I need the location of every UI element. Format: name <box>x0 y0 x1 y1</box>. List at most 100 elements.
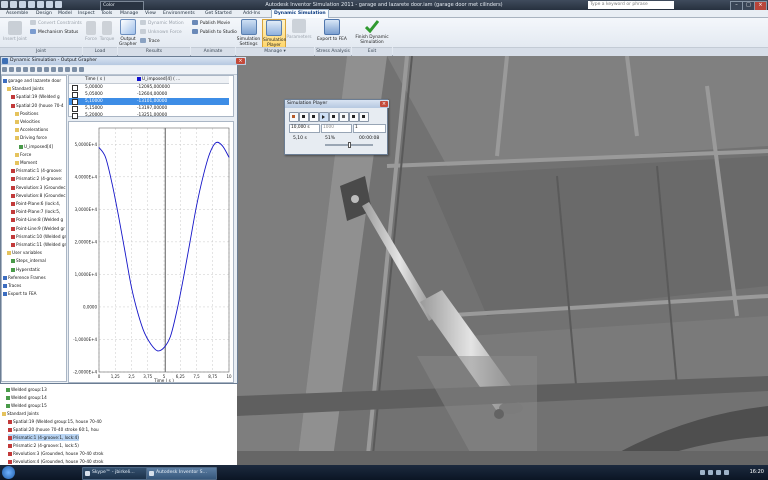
table-row[interactable]: 5,00000 -12095,000000 <box>69 84 229 91</box>
end-time-field[interactable]: 10,000 s <box>289 124 320 133</box>
fft-icon[interactable] <box>51 67 56 72</box>
browser-revolution-3[interactable]: Revolution:3 (Grounded, house 70-40 stro… <box>8 450 103 457</box>
browser-spatial-20[interactable]: Spatial:20 (house 70-40 stroke 60:1, hou <box>8 426 99 433</box>
rewind-button[interactable] <box>299 112 309 122</box>
print-icon[interactable] <box>37 67 42 72</box>
forward-button[interactable] <box>329 112 339 122</box>
volume-icon[interactable] <box>708 470 713 475</box>
trace-button[interactable]: Trace <box>140 38 160 44</box>
new-icon[interactable] <box>2 67 7 72</box>
tree-node[interactable]: Revolution:3 (Groundec <box>11 184 66 191</box>
zoom-icon[interactable] <box>44 67 49 72</box>
tab-design[interactable]: Design <box>36 10 52 18</box>
more-button[interactable] <box>359 112 369 122</box>
tree-node[interactable]: Point-Line:8 (Welded g <box>11 216 63 223</box>
play-button[interactable] <box>319 112 329 122</box>
tree-node[interactable]: Prismatic:2 (4-groove: <box>11 175 62 182</box>
open-icon[interactable] <box>9 67 14 72</box>
tree-node[interactable]: Velocities <box>15 118 40 125</box>
search-input[interactable]: Type a keyword or phrase <box>588 1 674 9</box>
table-row[interactable]: 5,20000 -13251,00000 <box>69 112 229 119</box>
windows-start-button[interactable] <box>2 466 15 479</box>
browser-welded-group-15[interactable]: Welded group:15 <box>6 402 47 409</box>
taskbar-skype[interactable]: Skype™ - jbirkeli... <box>82 467 155 480</box>
tree-node[interactable]: Traces <box>3 282 21 289</box>
export-fea-button[interactable]: Export to FEA <box>316 19 348 42</box>
tree-node[interactable]: Prismatic:10 (Welded gr <box>11 233 66 240</box>
tree-node[interactable]: Moment <box>15 159 37 166</box>
dynamic-motion-button[interactable]: Dynamic Motion <box>140 20 184 26</box>
tab-assemble[interactable]: Assemble <box>6 10 28 18</box>
table-row[interactable]: 5,15000 -13197,00000 <box>69 105 229 112</box>
tab-manage[interactable]: Manage <box>120 10 138 18</box>
tree-node[interactable]: Force <box>15 151 31 158</box>
tab-get-started[interactable]: Get Started <box>205 10 232 18</box>
publish-studio-button[interactable]: Publish to Studio <box>192 29 237 35</box>
tree-node[interactable]: Export to FEA <box>3 290 37 297</box>
browser-spatial-19[interactable]: Spatial:19 (Welded group:15, house 70-40 <box>8 418 102 425</box>
record-button[interactable] <box>339 112 349 122</box>
tree-node[interactable]: garage and lazarete door <box>3 77 61 84</box>
grapher-close-button[interactable]: × <box>236 58 245 64</box>
force-button[interactable]: Force <box>84 21 98 42</box>
tab-model[interactable]: Model <box>58 10 72 18</box>
tab-add-ins[interactable]: Add-Ins <box>243 10 260 18</box>
network-icon[interactable] <box>700 470 705 475</box>
stop-button[interactable] <box>309 112 319 122</box>
filter-field[interactable]: 1 <box>353 124 386 133</box>
tree-node[interactable]: Prismatic:1 (4-groove: <box>11 167 62 174</box>
tree-node[interactable]: Spatial:19 (Welded g <box>11 93 60 100</box>
simulation-player-window[interactable]: Simulation Player × 10,000 s 1000 1 5,10… <box>284 99 389 155</box>
browser-revolution-4[interactable]: Revolution:4 (Grounded, house 70-40 stro… <box>8 458 103 465</box>
publish-movie-button[interactable]: Publish Movie <box>192 20 230 26</box>
loop-button[interactable] <box>349 112 359 122</box>
col-time-header[interactable]: Time ( s ) <box>85 76 105 83</box>
tree-node[interactable]: Prismatic:11 (Welded gr <box>11 241 66 248</box>
browser-welded-group-13[interactable]: Welded group:13 <box>6 386 47 393</box>
browser-standard-joints[interactable]: Standard Joints <box>2 410 39 417</box>
legend-icon[interactable] <box>72 67 77 72</box>
tree-node[interactable]: Positions <box>15 110 39 117</box>
tab-tools[interactable]: Tools <box>101 10 112 18</box>
tree-node[interactable]: Revolution:8 (Groundec <box>11 192 66 199</box>
tree-node[interactable]: Point-Line:9 (Welded gr <box>11 225 65 232</box>
xy-icon[interactable] <box>58 67 63 72</box>
insert-joint-button[interactable]: Insert Joint <box>2 21 28 42</box>
tree-node[interactable]: Reference Frames <box>3 274 46 281</box>
output-grapher-button[interactable]: Output Grapher <box>118 19 138 47</box>
tree-node[interactable]: Point-Plane:7 (lock:5, <box>11 208 60 215</box>
output-grapher-titlebar[interactable]: Dynamic Simulation - Output Grapher × <box>1 57 246 65</box>
browser-welded-group-14[interactable]: Welded group:14 <box>6 394 47 401</box>
tree-node[interactable]: U_imposed[4] <box>19 143 53 150</box>
tree-node[interactable]: Accelerations <box>15 126 48 133</box>
manage-group-label[interactable]: Manage ▾ <box>236 47 314 56</box>
mechanism-status-button[interactable]: Mechanism Status <box>30 29 78 35</box>
tree-node[interactable]: Spatial:20 (house 70-4 <box>11 102 64 109</box>
tab-environments[interactable]: Environments <box>163 10 195 18</box>
parameters-button[interactable]: Parameters <box>286 19 312 40</box>
export-icon[interactable] <box>30 67 35 72</box>
images-field[interactable]: 1000 <box>321 124 352 133</box>
simulation-settings-button[interactable]: Simulation Settings <box>236 19 261 47</box>
player-close-button[interactable]: × <box>380 101 388 107</box>
tab-inspect[interactable]: Inspect <box>78 10 95 18</box>
simulation-player-button[interactable]: Simulation Player <box>262 19 286 48</box>
tree-node[interactable]: Hyperstatic <box>11 266 40 273</box>
progress-slider[interactable] <box>347 142 351 148</box>
tree-node[interactable]: User variables <box>7 249 42 256</box>
col-value-header[interactable]: U_imposed[4] ( ... <box>137 76 180 83</box>
browser-prismatic-1[interactable]: Prismatic:1 (4-groove:1, lock:4) <box>8 434 79 441</box>
finish-dynamic-simulation-button[interactable]: Finish Dynamic Simulation <box>352 19 392 45</box>
convert-constraints-button[interactable]: Convert Constraints <box>30 20 82 26</box>
unknown-force-button[interactable]: Unknown Force <box>140 29 182 35</box>
player-titlebar[interactable]: Simulation Player × <box>285 100 389 108</box>
settings-icon[interactable] <box>79 67 84 72</box>
tree-node[interactable]: Steps_internal <box>11 257 46 264</box>
torque-button[interactable]: Torque <box>99 21 115 42</box>
table-row[interactable]: 5,05000 -12604,00000 <box>69 91 229 98</box>
grid-icon[interactable] <box>65 67 70 72</box>
import-icon[interactable] <box>23 67 28 72</box>
tray-app-icon[interactable] <box>716 470 721 475</box>
tree-node[interactable]: Standard Joints <box>7 85 44 92</box>
tree-node[interactable]: Point-Plane:6 (lock:4, <box>11 200 60 207</box>
